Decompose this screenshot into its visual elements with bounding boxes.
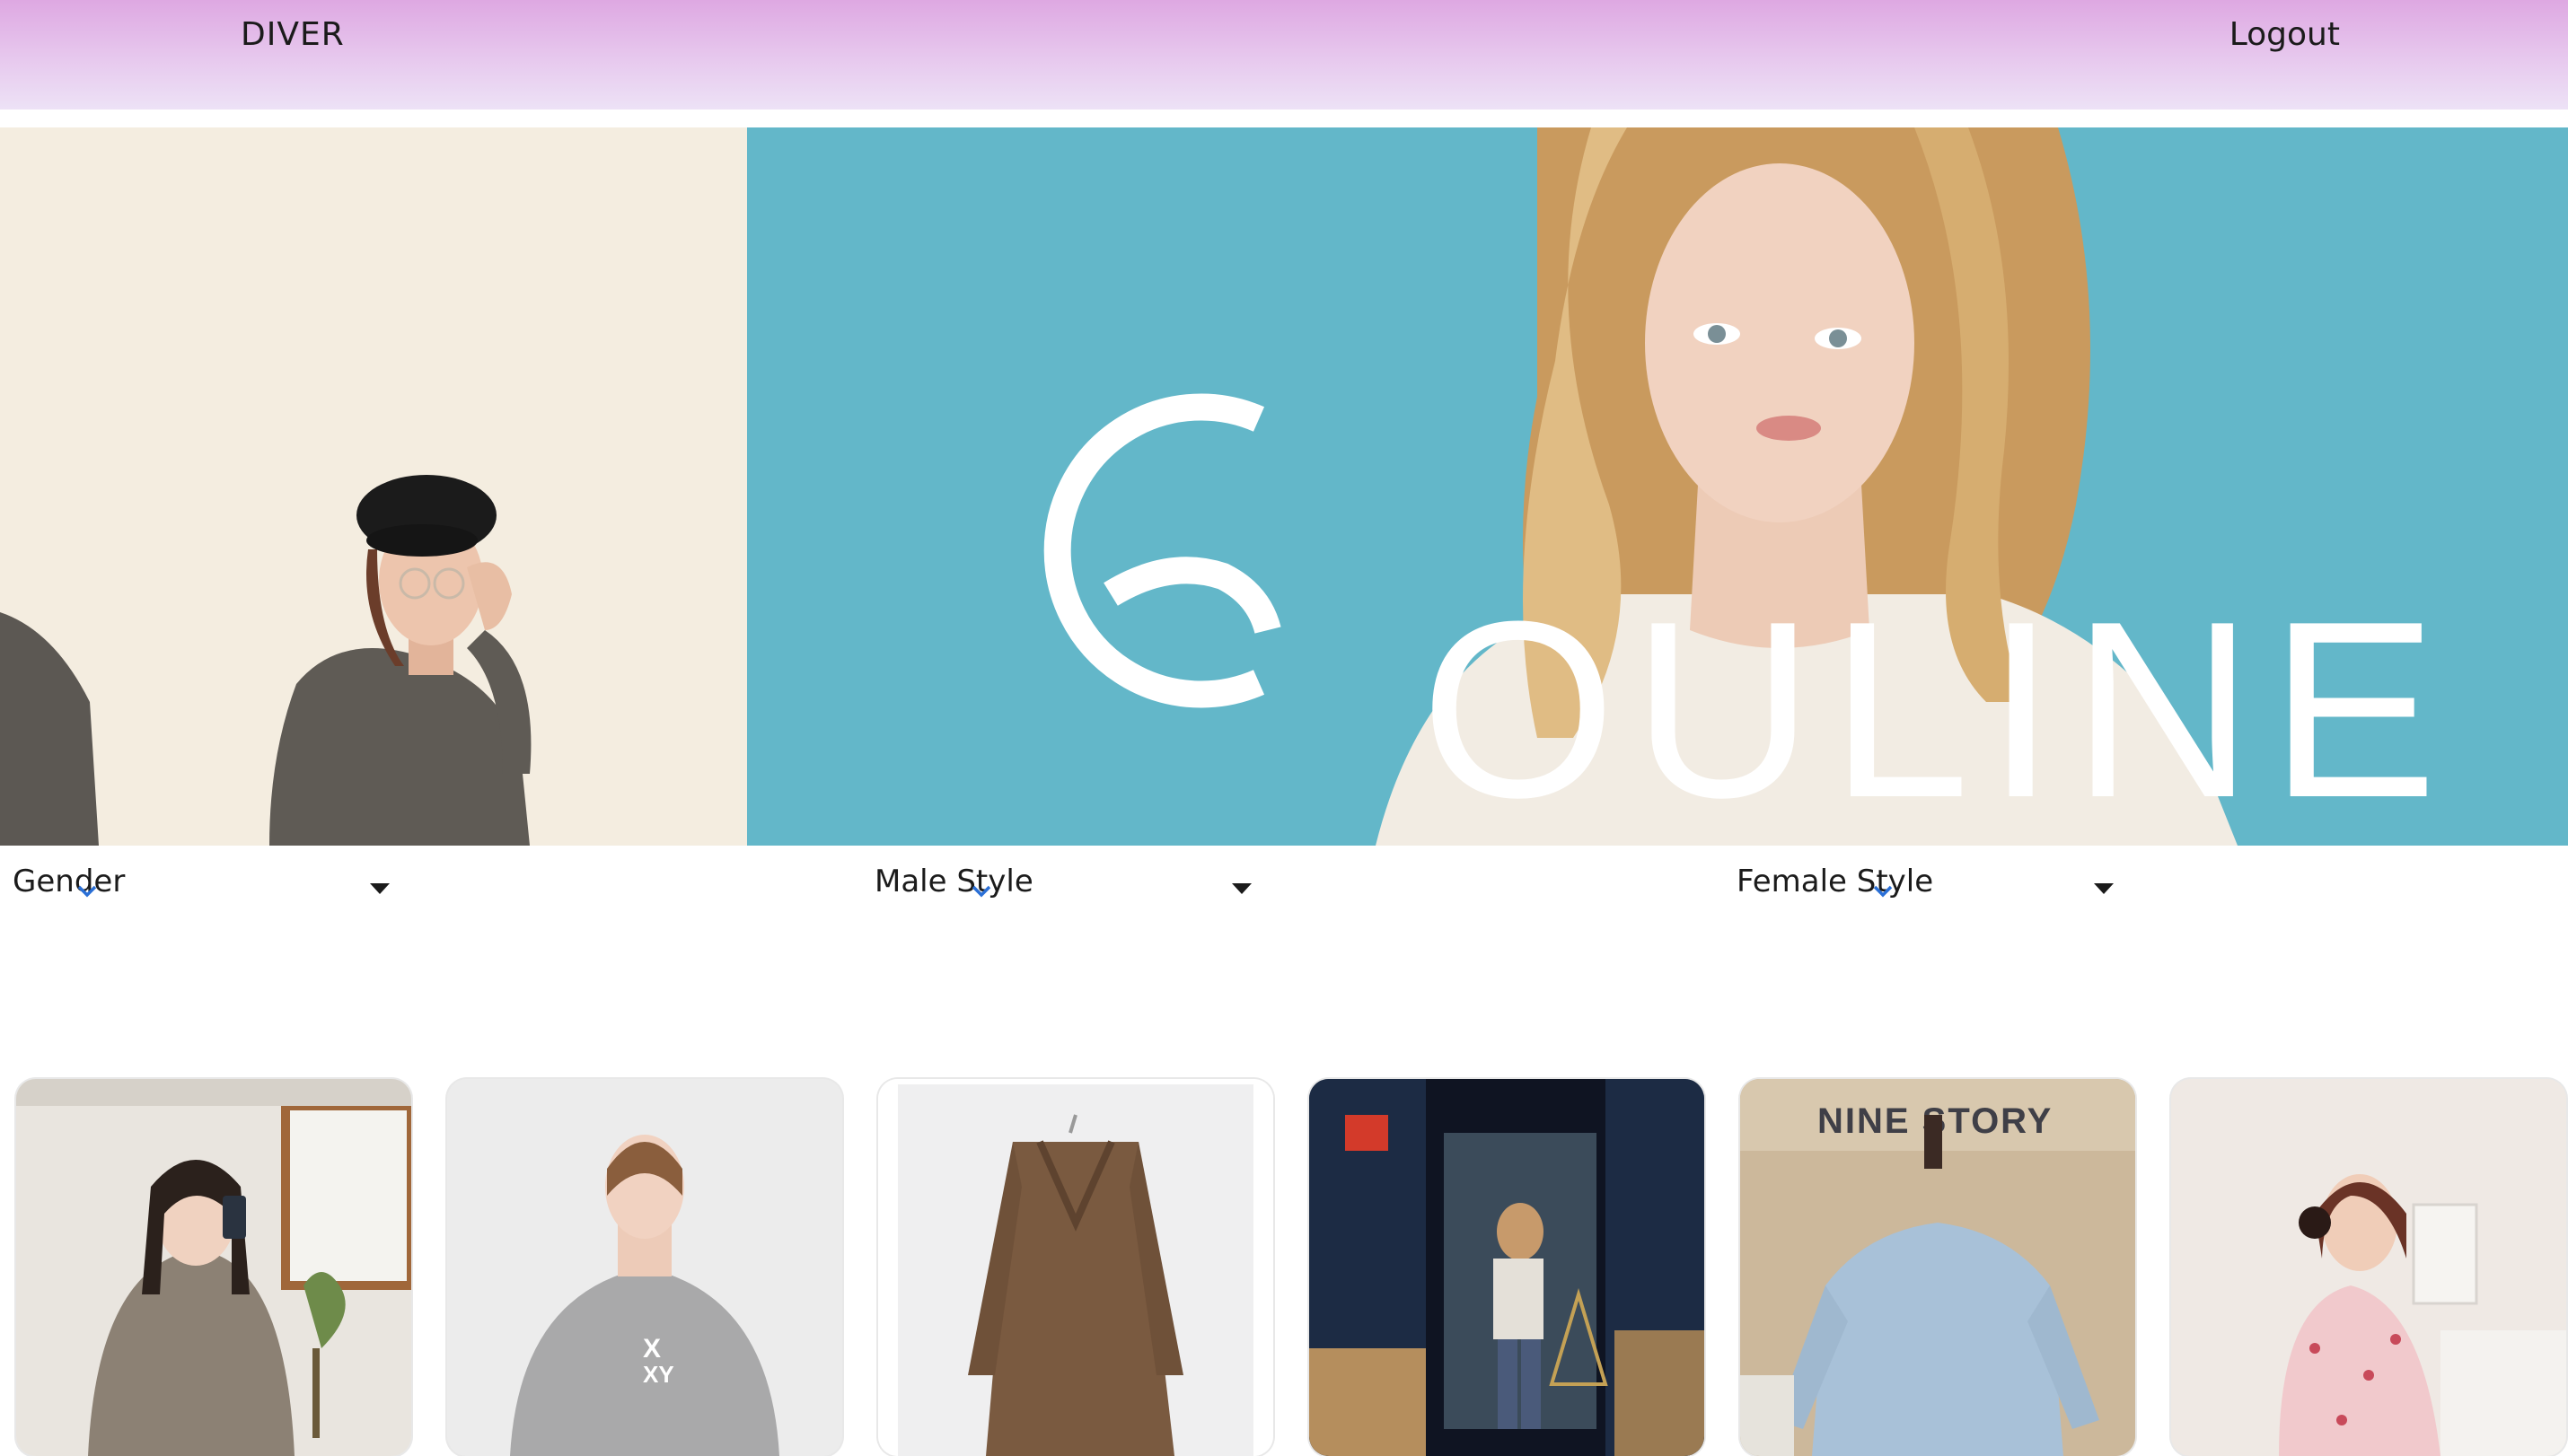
- caret-down-icon[interactable]: [370, 883, 390, 894]
- brand-logo[interactable]: DIVER: [241, 16, 345, 53]
- product-card[interactable]: NINE STORY: [1740, 1079, 2135, 1456]
- top-nav-bar: DIVER Logout: [0, 0, 2568, 110]
- female-style-filter[interactable]: Female Style: [1737, 860, 2123, 914]
- chevron-down-icon: [972, 885, 991, 898]
- product-image: [878, 1079, 1273, 1456]
- banner-slide-previous: [0, 127, 747, 846]
- hero-banner[interactable]: OULINE: [0, 127, 2568, 846]
- product-image: [16, 1079, 411, 1456]
- caret-down-icon[interactable]: [1232, 883, 1252, 894]
- product-image: X XY: [447, 1079, 842, 1456]
- svg-text:X: X: [643, 1334, 661, 1364]
- banner-brand-text: OULINE: [1420, 570, 2453, 846]
- product-card[interactable]: [16, 1079, 411, 1456]
- gender-filter[interactable]: Gender: [13, 860, 399, 914]
- caret-down-icon[interactable]: [2094, 883, 2114, 894]
- banner-slide-current: OULINE: [747, 127, 2568, 846]
- product-image: [2171, 1079, 2566, 1456]
- brand-logo-overlay: OULINE: [1043, 393, 2453, 846]
- chevron-down-icon: [77, 885, 97, 898]
- male-style-filter[interactable]: Male Style: [875, 860, 1261, 914]
- product-card[interactable]: X XY: [447, 1079, 842, 1456]
- logout-button[interactable]: Logout: [2229, 16, 2340, 53]
- product-card[interactable]: [2171, 1079, 2566, 1456]
- model-in-beret-image: [0, 127, 747, 846]
- male-style-filter-label: Male Style: [875, 864, 1033, 899]
- female-style-filter-label: Female Style: [1737, 864, 1934, 899]
- product-card[interactable]: [878, 1079, 1273, 1456]
- gender-filter-label: Gender: [13, 864, 126, 899]
- chevron-down-icon: [1873, 885, 1893, 898]
- product-image: [1309, 1079, 1704, 1456]
- product-card[interactable]: [1309, 1079, 1704, 1456]
- product-image: NINE STORY: [1740, 1079, 2135, 1456]
- svg-text:XY: XY: [643, 1361, 674, 1388]
